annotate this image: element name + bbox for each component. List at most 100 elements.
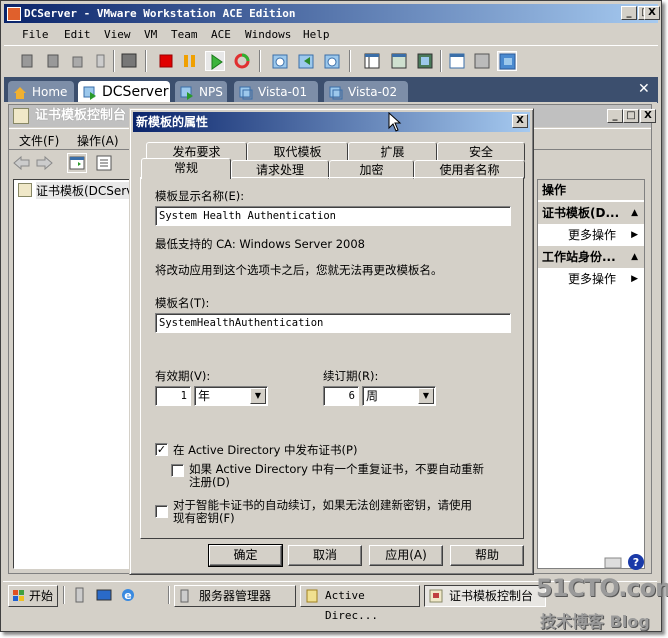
window-titlebar: DCServer - VMware Workstation ACE Editio… — [4, 4, 658, 23]
smartcard-label-line2: 现有密钥(F) — [173, 511, 235, 525]
settings-icon[interactable] — [447, 51, 467, 71]
ok-button[interactable]: 确定 — [208, 544, 283, 567]
smartcard-existing-key-checkbox[interactable] — [155, 505, 168, 518]
console-view-icon[interactable] — [497, 51, 517, 71]
reset-icon[interactable] — [232, 51, 252, 71]
tab-extensions[interactable]: 扩展 — [348, 142, 437, 161]
task-label: 证书模板控制台 — [449, 589, 534, 603]
tab-home[interactable]: Home — [8, 81, 74, 103]
internet-explorer-icon[interactable]: e — [120, 587, 136, 603]
mmc-minimize-button[interactable]: _ — [607, 109, 623, 123]
svg-text:?: ? — [633, 556, 639, 569]
collapse-icon[interactable]: ▲ — [631, 202, 638, 224]
summary-icon[interactable] — [472, 51, 492, 71]
menu-ace[interactable]: ACE — [211, 28, 231, 41]
mmc-menu-file[interactable]: 文件(F) — [19, 132, 59, 149]
template-name-input[interactable]: SystemHealthAuthentication — [155, 313, 511, 333]
menu-help[interactable]: Help — [303, 28, 330, 41]
properties-icon[interactable] — [95, 154, 113, 172]
tree-item-cert-templates[interactable]: 证书模板(DCServe — [36, 182, 141, 199]
usb-icon[interactable] — [91, 51, 111, 71]
action-label: 更多操作 — [568, 272, 617, 286]
menu-team[interactable]: Team — [171, 28, 198, 41]
fullscreen-icon[interactable] — [389, 51, 409, 71]
task-active-directory[interactable]: Active Direc... — [300, 585, 420, 622]
server-icon — [179, 589, 193, 603]
task-cert-template-console[interactable]: 证书模板控制台 — [424, 585, 546, 607]
validity-unit-value: 年 — [198, 389, 211, 403]
minimize-button[interactable]: _ — [621, 6, 637, 20]
no-reenroll-checkbox[interactable] — [171, 464, 184, 477]
menu-view[interactable]: View — [104, 28, 131, 41]
tab-general[interactable]: 常规 — [141, 158, 231, 179]
server-manager-quicklaunch-icon[interactable] — [73, 587, 89, 603]
quick-switch-icon[interactable] — [415, 51, 435, 71]
play-icon[interactable] — [205, 51, 225, 71]
action-group-cert-templates[interactable]: 证书模板(D... ▲ — [538, 202, 644, 224]
menu-windows[interactable]: Windows — [245, 28, 291, 41]
mmc-maximize-button[interactable]: □ — [623, 109, 639, 123]
watermark-blog: 技术博客 Blog — [540, 612, 650, 631]
revert-icon[interactable] — [44, 51, 64, 71]
back-icon[interactable] — [13, 155, 31, 171]
tab-label: NPS — [199, 85, 223, 99]
tab-dcserver[interactable]: DCServer — [78, 81, 170, 103]
toolbar-separator — [440, 50, 442, 72]
start-button[interactable]: 开始 — [8, 585, 58, 607]
sidebar-icon[interactable] — [362, 51, 382, 71]
mmc-close-button[interactable]: X — [640, 109, 656, 123]
action-group-title: 工作站身份... — [542, 250, 616, 264]
show-hide-tree-icon[interactable] — [67, 153, 87, 173]
renewal-period-input[interactable]: 6 — [323, 386, 359, 406]
vm-tab-bar: Home DCServer NPS Vista-01 Vista-02 ✕ — [4, 77, 658, 103]
no-reenroll-label-line2: 注册(D) — [189, 475, 230, 489]
forward-icon[interactable] — [35, 155, 53, 171]
close-button[interactable]: X — [644, 6, 660, 20]
tab-security[interactable]: 安全 — [437, 142, 525, 161]
dropdown-arrow-icon[interactable]: ▼ — [250, 388, 266, 404]
cdrom-icon[interactable] — [68, 51, 88, 71]
cancel-button[interactable]: 取消 — [288, 545, 362, 566]
snapshot-icon[interactable] — [18, 51, 38, 71]
action-more-actions[interactable]: 更多操作 ▶ — [538, 224, 644, 246]
take-snapshot-icon[interactable] — [270, 51, 290, 71]
display-name-input[interactable]: System Health Authentication — [155, 206, 511, 226]
tab-vista-02[interactable]: Vista-02 — [324, 81, 408, 103]
menu-edit[interactable]: Edit — [64, 28, 91, 41]
close-tab-icon[interactable]: ✕ — [638, 81, 650, 97]
help-button[interactable]: 帮助 — [450, 545, 524, 566]
console-icon[interactable] — [119, 51, 139, 71]
publish-ad-checkbox[interactable]: ✓ — [155, 443, 168, 456]
action-group-workstation[interactable]: 工作站身份... ▲ — [538, 246, 644, 268]
tab-superseded-templates[interactable]: 取代模板 — [247, 142, 348, 161]
pause-icon[interactable] — [180, 51, 200, 71]
taskbar-separator — [168, 586, 170, 604]
snapshot-manager-icon[interactable] — [322, 51, 342, 71]
help-icon[interactable]: ? — [627, 553, 645, 571]
validity-unit-select[interactable]: 年 ▼ — [194, 386, 268, 406]
apply-button[interactable]: 应用(A) — [369, 545, 443, 566]
tree-pane: 证书模板(DCServe — [13, 179, 141, 569]
menu-file[interactable]: File — [22, 28, 49, 41]
dropdown-arrow-icon[interactable]: ▼ — [418, 388, 434, 404]
dialog-close-button[interactable]: X — [512, 114, 528, 128]
vm-icon — [83, 85, 97, 100]
show-desktop-icon[interactable] — [96, 587, 112, 603]
stop-icon[interactable] — [156, 51, 176, 71]
action-more-actions[interactable]: 更多操作 ▶ — [538, 268, 644, 290]
validity-period-input[interactable]: 1 — [155, 386, 191, 406]
mmc-menu-action[interactable]: 操作(A) — [77, 132, 119, 149]
renewal-unit-select[interactable]: 周 ▼ — [362, 386, 436, 406]
collapse-icon[interactable]: ▲ — [631, 246, 638, 268]
no-reenroll-label-line1: 如果 Active Directory 中有一个重复证书，不要自动重新 — [189, 462, 485, 476]
display-name-label: 模板显示名称(E): — [155, 189, 245, 203]
tab-vista-01[interactable]: Vista-01 — [234, 81, 318, 103]
publish-ad-label: 在 Active Directory 中发布证书(P) — [173, 443, 358, 457]
renewal-period-label: 续订期(R): — [323, 369, 379, 383]
revert-snapshot-icon[interactable] — [296, 51, 316, 71]
menu-vm[interactable]: VM — [144, 28, 157, 41]
vm-icon — [239, 85, 253, 100]
task-server-manager[interactable]: 服务器管理器 — [174, 585, 296, 607]
tab-nps[interactable]: NPS — [175, 81, 227, 103]
submenu-arrow-icon: ▶ — [631, 274, 638, 284]
